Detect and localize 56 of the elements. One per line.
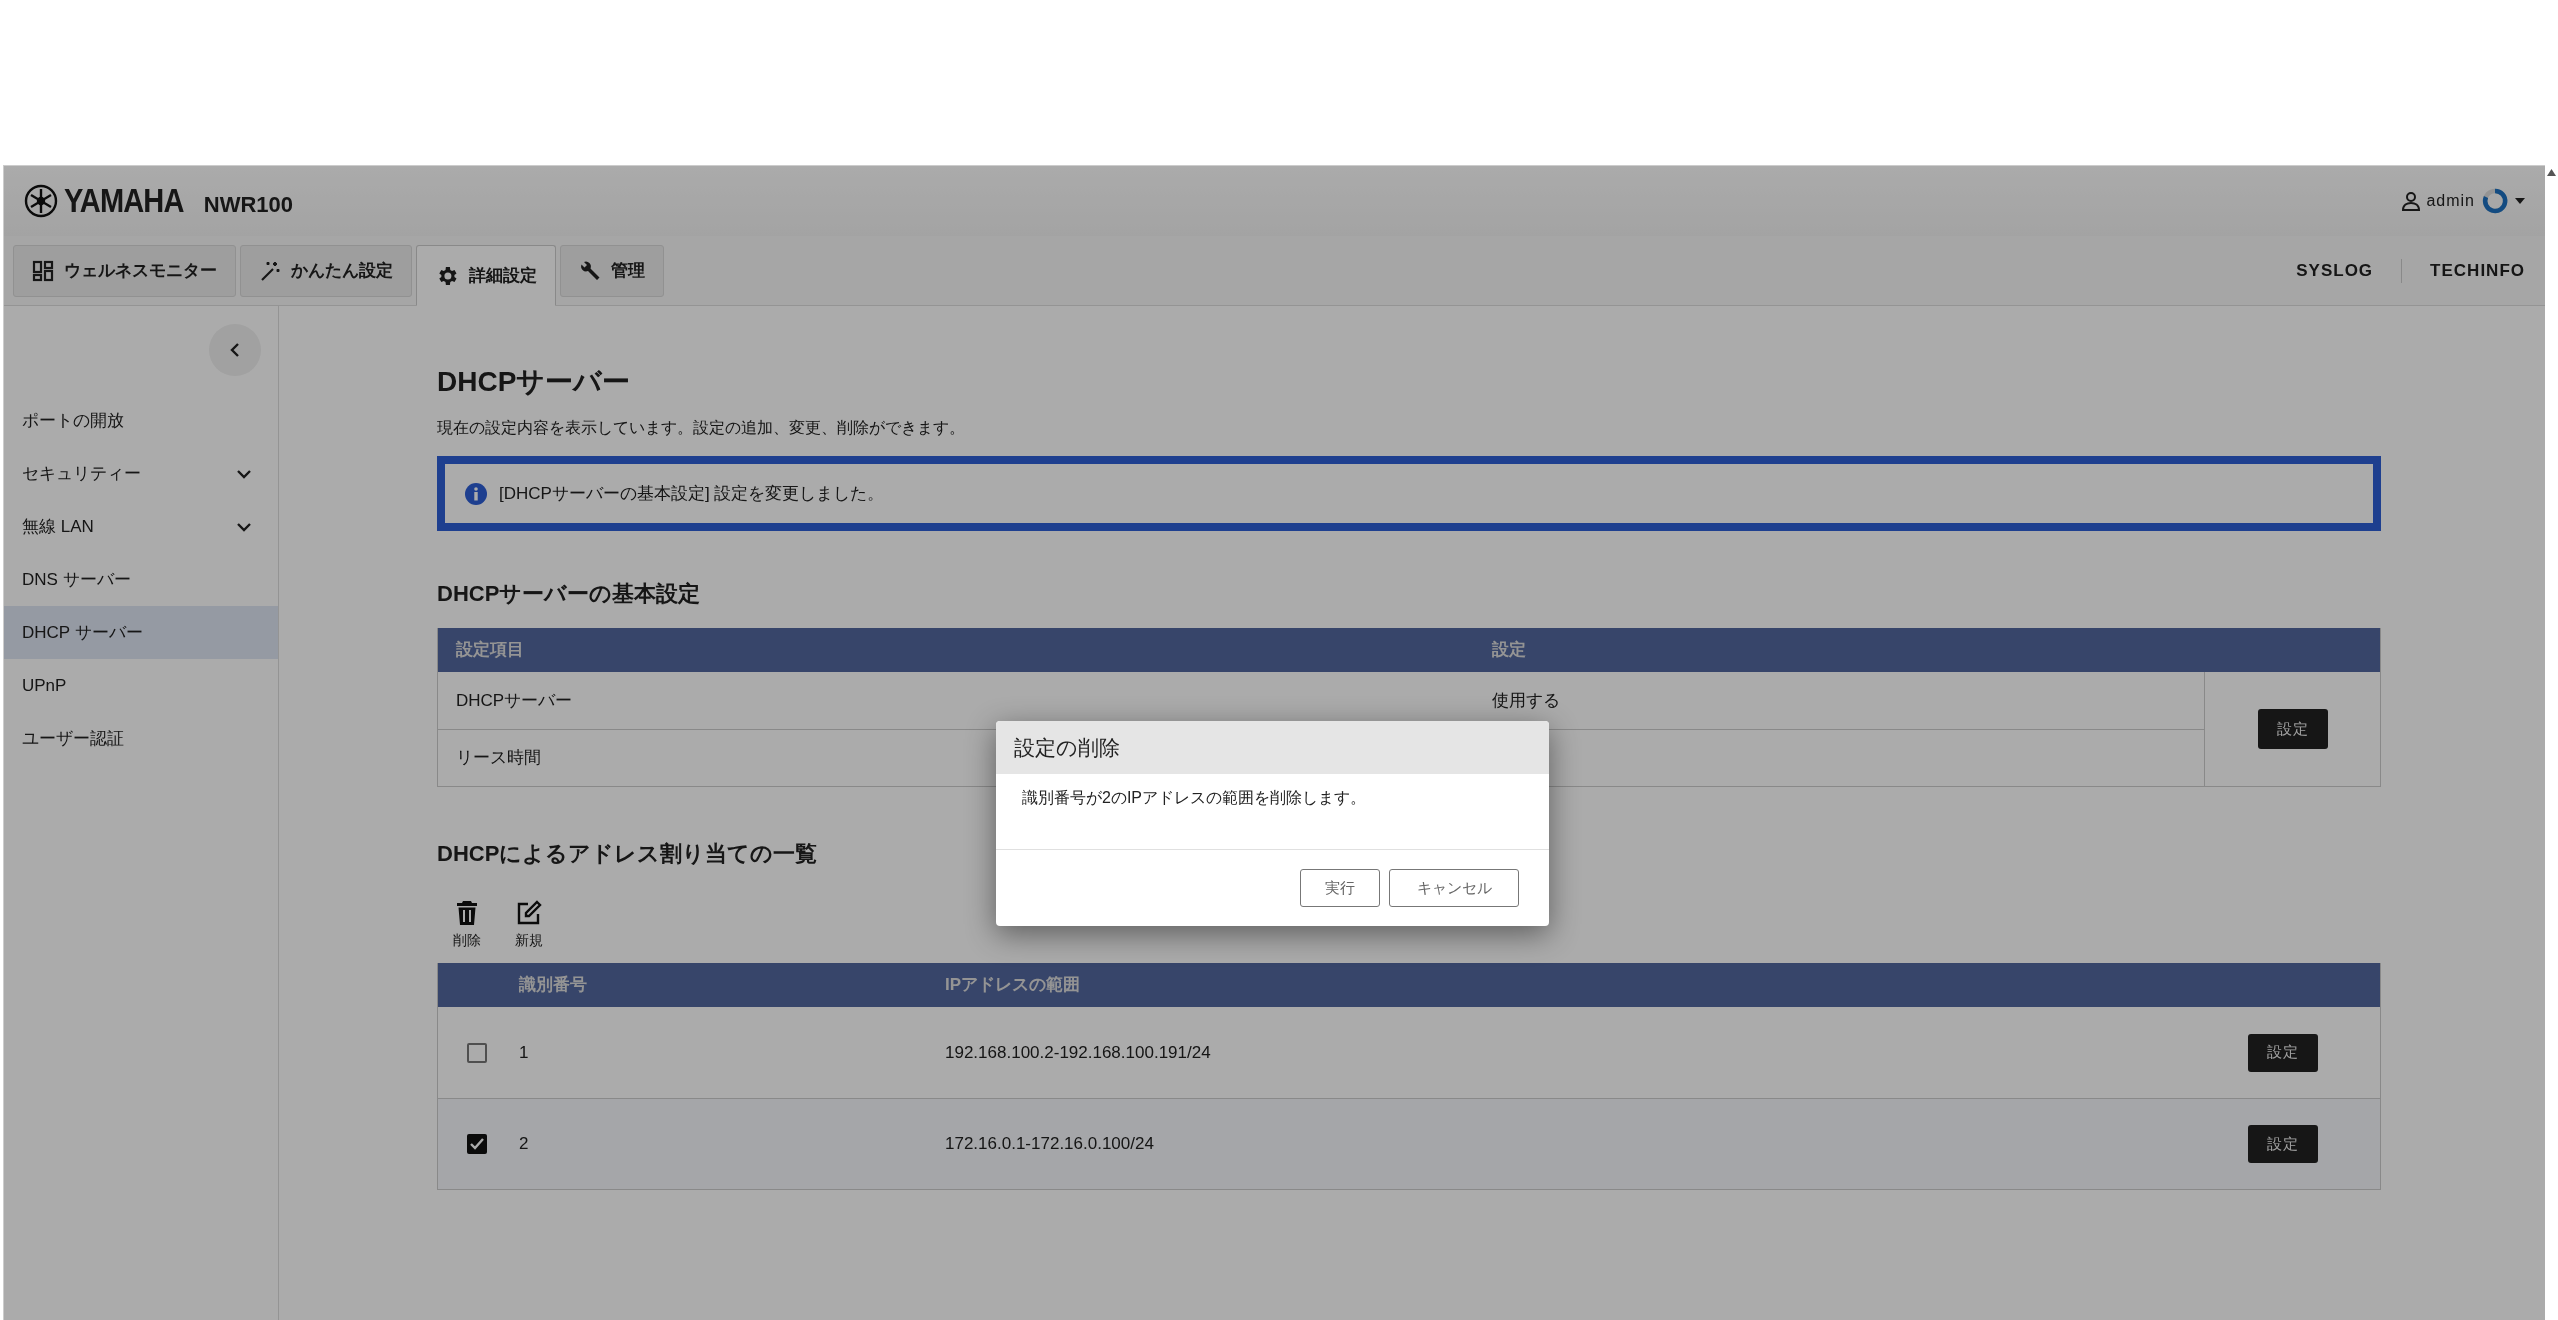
sidebar-item[interactable]: DHCP サーバー: [4, 606, 278, 659]
dashboard-icon: [32, 260, 54, 282]
table-cell: リース時間: [456, 748, 541, 768]
alert-message: [DHCPサーバーの基本設定] 設定を変更しました。: [499, 482, 885, 505]
table-cell: DHCPサーバー: [456, 690, 573, 710]
page-description: 現在の設定内容を表示しています。設定の追加、変更、削除ができます。: [437, 418, 966, 438]
execute-button[interactable]: 実行: [1300, 869, 1380, 907]
user-icon: [2402, 191, 2421, 211]
table-cell-text: 2: [519, 1133, 530, 1156]
nav-tab[interactable]: ウェルネスモニター: [13, 245, 236, 297]
sidebar-item[interactable]: ユーザー認証: [4, 712, 278, 765]
section-title: DHCPサーバーの基本設定: [437, 580, 702, 608]
chevron-down-icon: [236, 468, 252, 479]
toolbar-button[interactable]: 新規: [515, 900, 543, 951]
nav-tab[interactable]: かんたん設定: [240, 245, 412, 297]
edit-icon: [516, 900, 542, 926]
dialog-title: 設定の削除: [1014, 734, 1120, 761]
settings-button[interactable]: 設定: [2247, 1125, 2318, 1163]
table-cell-text: 172.16.0.1-172.16.0.100/24: [945, 1133, 1155, 1156]
settings-button[interactable]: 設定: [2257, 709, 2328, 749]
column-header: 識別番号: [519, 974, 588, 997]
status-ring-icon: [2481, 187, 2509, 215]
settings-button[interactable]: 設定: [2247, 1033, 2318, 1072]
sidebar-item[interactable]: セキュリティー: [4, 447, 278, 500]
toolbar-button[interactable]: 削除: [453, 900, 481, 951]
sidebar-item[interactable]: UPnP: [4, 659, 278, 712]
nav-tab[interactable]: 管理: [560, 245, 664, 297]
header-link[interactable]: SYSLOG: [2296, 258, 2374, 284]
user-name[interactable]: admin: [2426, 189, 2475, 213]
column-header: 設定: [1491, 639, 1526, 662]
nav-tab[interactable]: 詳細設定: [416, 245, 556, 306]
scroll-up-icon[interactable]: [2547, 169, 2556, 176]
wrench-icon: [579, 260, 601, 282]
checkbox[interactable]: [467, 1134, 487, 1154]
dialog-message: 識別番号が2のIPアドレスの範囲を削除します。: [1022, 788, 1367, 808]
brand-logo: YAMAHA: [64, 181, 184, 222]
table-cell-text: 1: [519, 1041, 530, 1064]
chevron-down-icon: [236, 521, 252, 532]
magic-wand-icon: [259, 260, 281, 282]
table-cell: 使用する: [1492, 690, 1560, 710]
column-header: IPアドレスの範囲: [945, 974, 1081, 997]
caret-icon[interactable]: [2515, 198, 2525, 204]
trash-icon: [456, 900, 478, 926]
header-link[interactable]: TECHINFO: [2430, 258, 2525, 284]
logo-icon: [24, 184, 58, 218]
sidebar-item[interactable]: ポートの開放: [4, 394, 278, 447]
model-name: NWR100: [203, 190, 294, 219]
info-icon: [465, 482, 487, 505]
checkbox[interactable]: [467, 1042, 487, 1063]
section-title: DHCPによるアドレス割り当ての一覧: [437, 840, 819, 868]
table-cell-text: 192.168.100.2-192.168.100.191/24: [945, 1041, 1212, 1064]
cancel-button[interactable]: キャンセル: [1389, 869, 1519, 907]
page-title: DHCPサーバー: [437, 365, 632, 399]
column-header: 設定項目: [455, 639, 525, 662]
sidebar-item[interactable]: 無線 LAN: [4, 500, 278, 553]
sidebar-item[interactable]: DNS サーバー: [4, 553, 278, 606]
